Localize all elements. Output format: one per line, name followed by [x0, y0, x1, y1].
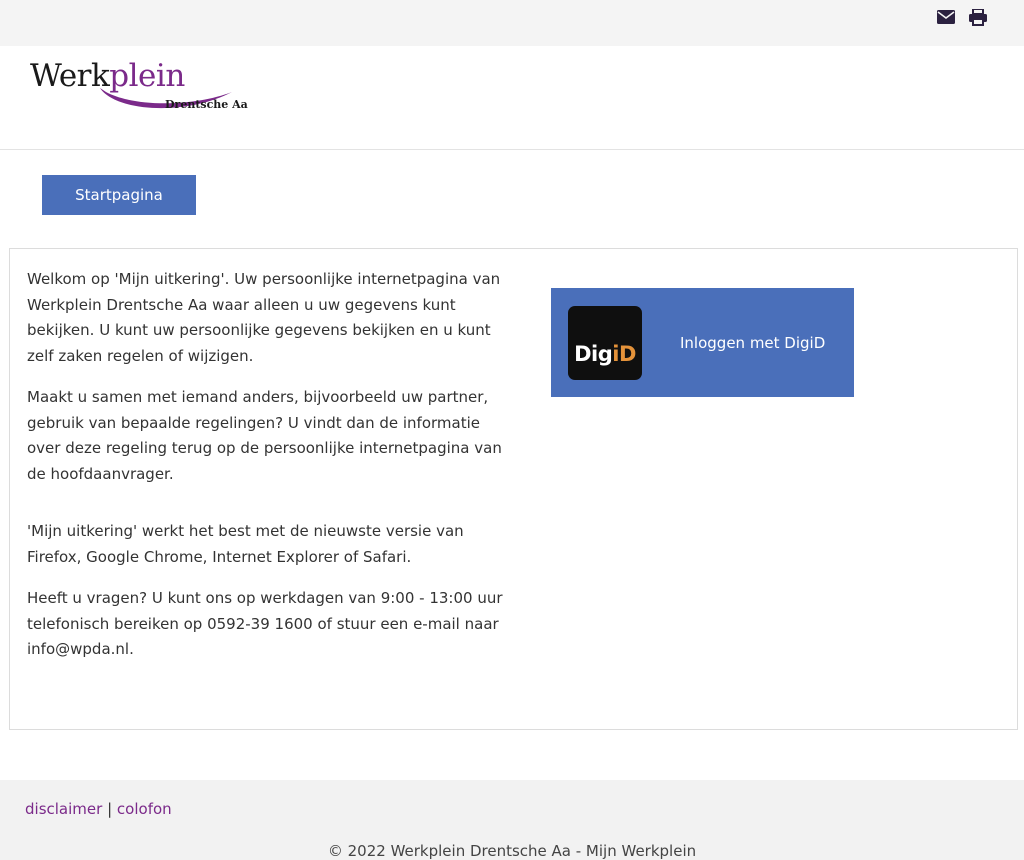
site-header: Werkplein Drentsche Aa — [0, 46, 1024, 150]
werkplein-logo[interactable]: Werkplein Drentsche Aa — [28, 58, 268, 118]
envelope-icon[interactable] — [936, 8, 956, 26]
main-content-panel: Welkom op 'Mijn uitkering'. Uw persoonli… — [9, 248, 1018, 730]
digid-login-button[interactable]: Dig iD Inloggen met DigiD — [551, 288, 854, 397]
digid-logo-part2: iD — [612, 341, 636, 366]
digid-logo-part1: Dig — [574, 341, 613, 366]
digid-login-label: Inloggen met DigiD — [680, 333, 826, 352]
top-utility-bar — [0, 0, 1024, 46]
startpagina-button[interactable]: Startpagina — [42, 175, 196, 215]
footer-separator: | — [107, 800, 113, 818]
disclaimer-link[interactable]: disclaimer — [25, 800, 102, 818]
footer-links: disclaimer | colofon — [25, 800, 172, 818]
logo-word-plein: plein — [109, 58, 185, 94]
contact-paragraph: Heeft u vragen? U kunt ons op werkdagen … — [27, 589, 503, 658]
printer-icon[interactable] — [968, 8, 988, 26]
intro-text-column: Welkom op 'Mijn uitkering'. Uw persoonli… — [27, 267, 507, 679]
digid-logo: Dig iD — [568, 305, 642, 380]
welcome-paragraph: Welkom op 'Mijn uitkering'. Uw persoonli… — [27, 270, 501, 365]
browser-paragraph: 'Mijn uitkering' werkt het best met de n… — [27, 522, 464, 566]
partner-paragraph: Maakt u samen met iemand anders, bijvoor… — [27, 388, 502, 483]
colofon-link[interactable]: colofon — [117, 800, 172, 818]
logo-word-werk: Werk — [30, 58, 110, 94]
copyright-text: © 2022 Werkplein Drentsche Aa - Mijn Wer… — [327, 842, 697, 860]
site-footer: disclaimer | colofon © 2022 Werkplein Dr… — [0, 780, 1024, 860]
logo-wordmark: Werkplein — [30, 58, 185, 94]
logo-subtitle: Drentsche Aa — [165, 98, 248, 111]
